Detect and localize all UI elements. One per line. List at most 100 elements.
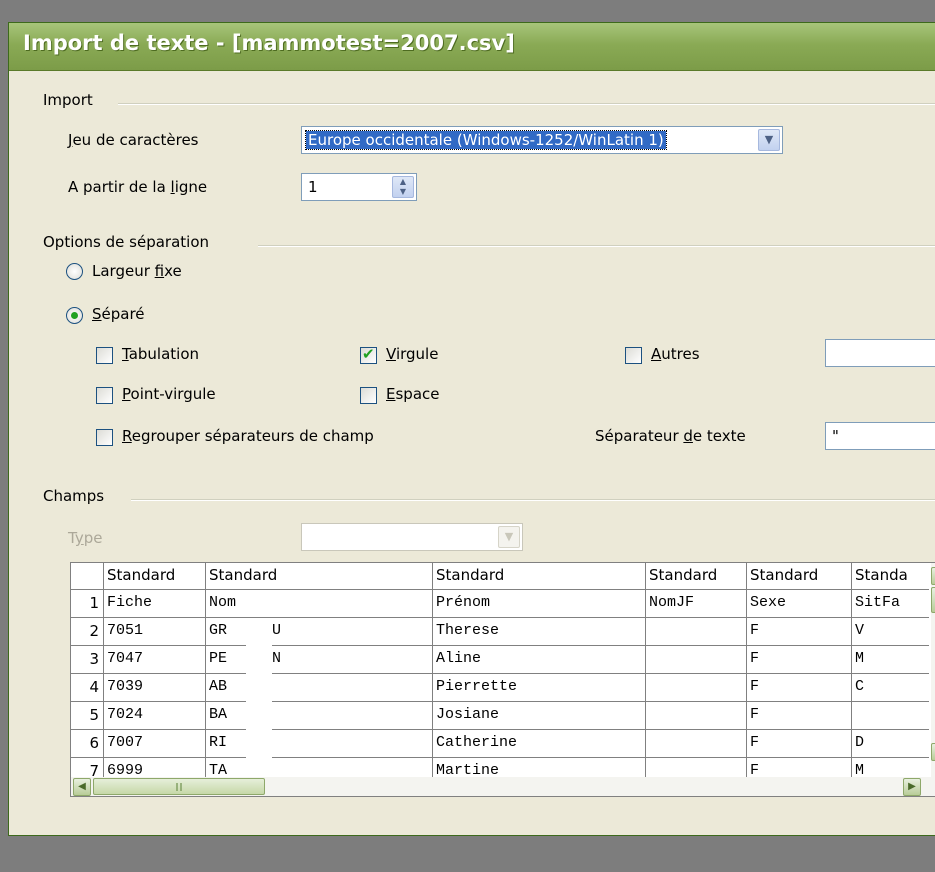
grid-line <box>71 617 929 618</box>
separated-radio[interactable] <box>66 307 83 324</box>
table-cell: Sexe <box>750 594 787 611</box>
column-type-select[interactable]: ▼ <box>301 523 523 551</box>
grid-line <box>71 701 929 702</box>
table-cell: F <box>750 650 760 667</box>
fixed-width-radio[interactable] <box>66 263 83 280</box>
tab-checkbox[interactable] <box>96 347 113 364</box>
table-cell: F <box>750 706 760 723</box>
scroll-thumb[interactable]: ‖‖ <box>93 778 265 795</box>
scroll-up-icon[interactable]: ▲ <box>931 567 935 585</box>
row-number: 5 <box>89 706 99 724</box>
charset-label: Jeu de caractères <box>68 131 199 149</box>
table-cell: Therese <box>436 622 500 639</box>
separated-label: Séparé <box>92 305 145 323</box>
table-cell: Josiane <box>436 706 500 723</box>
table-cell: 7039 <box>107 678 144 695</box>
radio-selected-dot <box>71 312 78 319</box>
merge-delimiters-checkbox[interactable] <box>96 429 113 446</box>
other-separator-input[interactable] <box>825 339 935 367</box>
column-header[interactable]: Standa <box>855 566 929 584</box>
check-icon: ✔ <box>362 345 375 363</box>
table-cell: Nom <box>209 594 237 611</box>
fixed-width-label: Largeur fixe <box>92 262 182 280</box>
table-cell: Fiche <box>107 594 153 611</box>
table-cell: SitFa <box>855 594 901 611</box>
fields-divider <box>131 499 935 501</box>
text-delimiter-label: Séparateur de texte <box>595 427 746 445</box>
table-cell: C <box>855 678 865 695</box>
type-label: Type <box>68 529 103 547</box>
grid-line <box>746 563 747 778</box>
table-cell: Prénom <box>436 594 491 611</box>
text-delimiter-value: " <box>832 427 839 445</box>
grid-line <box>71 589 929 590</box>
row-number: 1 <box>89 594 99 612</box>
window-title: Import de texte - [mammotest=2007.csv] <box>23 31 515 55</box>
semicolon-checkbox[interactable] <box>96 387 113 404</box>
table-cell: F <box>750 678 760 695</box>
charset-select[interactable]: Europe occidentale (Windows-1252/WinLati… <box>301 126 783 154</box>
import-divider <box>118 103 935 105</box>
table-cell: F <box>750 762 760 778</box>
table-cell: 6999 <box>107 762 144 778</box>
separation-section-label: Options de séparation <box>43 233 210 251</box>
preview-table[interactable]: Standard Standard Standard Standard Stan… <box>70 562 935 797</box>
table-cell: F <box>750 622 760 639</box>
spin-arrows-icon[interactable]: ▲ ▼ <box>392 176 414 198</box>
scroll-down-icon[interactable]: ▼ <box>931 743 935 761</box>
scroll-right-icon[interactable]: ▶ <box>903 778 921 796</box>
horizontal-scrollbar[interactable]: ◀ ‖‖ ▶ <box>71 777 935 796</box>
grid-line <box>71 645 929 646</box>
comma-label: Virgule <box>386 345 439 363</box>
table-cell: Martine <box>436 762 500 778</box>
fields-section-label: Champs <box>43 487 105 505</box>
redaction-mask <box>246 619 272 779</box>
import-section-label: Import <box>43 91 93 109</box>
table-cell: M <box>855 650 865 667</box>
comma-checkbox[interactable]: ✔ <box>360 345 377 364</box>
column-header[interactable]: Standard <box>436 566 644 584</box>
table-cell: Catherine <box>436 734 518 751</box>
charset-value: Europe occidentale (Windows-1252/WinLati… <box>305 130 667 150</box>
import-text-dialog: Import de texte - [mammotest=2007.csv] I… <box>8 22 935 836</box>
column-header[interactable]: Standard <box>107 566 204 584</box>
row-number: 7 <box>89 762 99 778</box>
table-cell: NomJF <box>649 594 695 611</box>
merge-delimiters-label: Regrouper séparateurs de champ <box>122 427 374 445</box>
grid-line <box>71 729 929 730</box>
column-header[interactable]: Standard <box>209 566 431 584</box>
grid-line <box>645 563 646 778</box>
column-header[interactable]: Standard <box>649 566 745 584</box>
table-cell: D <box>855 734 865 751</box>
row-number: 4 <box>89 678 99 696</box>
space-checkbox[interactable] <box>360 387 377 404</box>
table-cell: M <box>855 762 865 778</box>
chevron-down-icon[interactable]: ▼ <box>498 526 520 548</box>
from-line-value: 1 <box>308 178 318 196</box>
other-label: Autres <box>651 345 700 363</box>
table-cell: 7051 <box>107 622 144 639</box>
grid-line <box>851 563 852 778</box>
scroll-thumb[interactable]: ≡ <box>931 587 935 613</box>
scroll-left-icon[interactable]: ◀ <box>73 778 91 796</box>
title-bar[interactable]: Import de texte - [mammotest=2007.csv] <box>9 23 935 71</box>
semicolon-label: Point-virgule <box>122 385 216 403</box>
vertical-scrollbar[interactable]: ▲ ≡ ▼ <box>931 563 935 779</box>
row-number: 3 <box>89 650 99 668</box>
chevron-down-icon[interactable]: ▼ <box>758 129 780 151</box>
space-label: Espace <box>386 385 440 403</box>
table-cell: V <box>855 622 865 639</box>
separation-divider <box>258 245 935 247</box>
row-number: 2 <box>89 622 99 640</box>
table-cell: 7047 <box>107 650 144 667</box>
table-cell: 7007 <box>107 734 144 751</box>
grid-line <box>205 563 206 778</box>
other-checkbox[interactable] <box>625 347 642 364</box>
column-header[interactable]: Standard <box>750 566 850 584</box>
tab-label: Tabulation <box>122 345 199 363</box>
grid-line <box>103 563 104 778</box>
from-line-spinner[interactable]: 1 ▲ ▼ <box>301 173 417 201</box>
table-cell: F <box>750 734 760 751</box>
grid-line <box>71 673 929 674</box>
text-delimiter-select[interactable]: " ▼ <box>825 422 935 450</box>
